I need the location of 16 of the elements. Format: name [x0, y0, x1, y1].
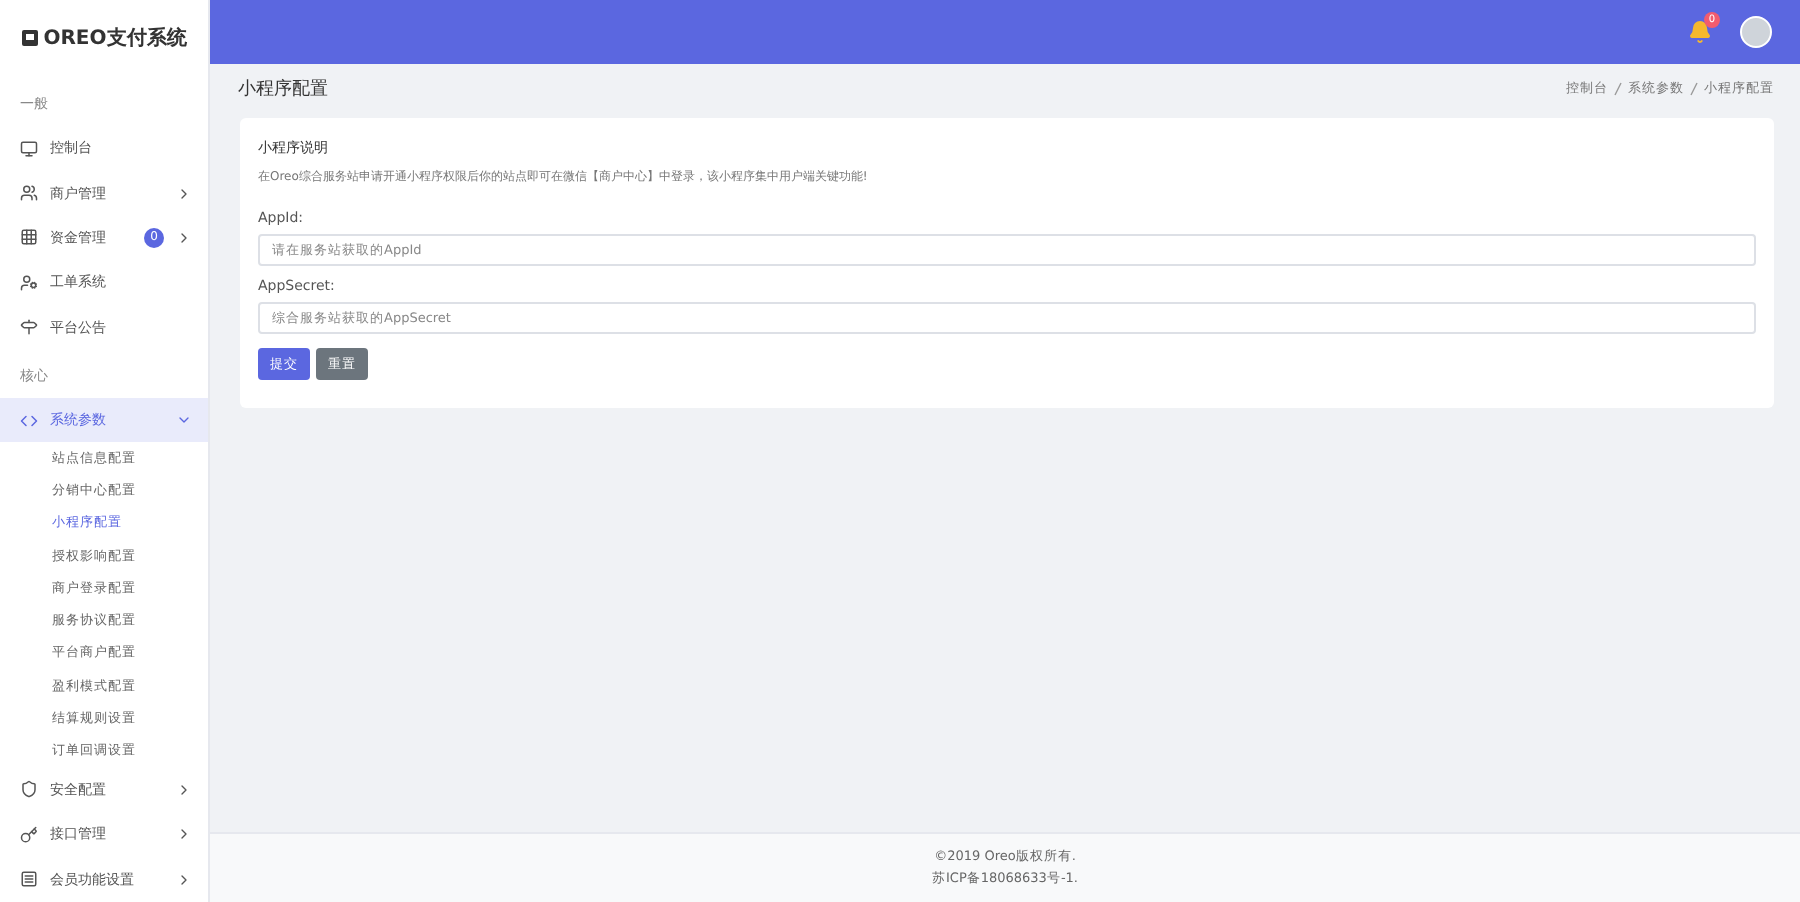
bell-icon[interactable]	[1688, 20, 1712, 44]
logo-icon	[21, 30, 38, 47]
list-icon	[20, 870, 38, 889]
monitor-icon	[20, 139, 38, 158]
slash-separator-icon	[1690, 82, 1698, 96]
brand-logo: OREO支付系统	[0, 0, 208, 78]
code-icon	[20, 411, 38, 430]
signpost-icon	[20, 318, 38, 337]
user-icon	[20, 273, 38, 292]
shield-icon	[20, 780, 38, 799]
grid-icon	[20, 228, 38, 247]
users-icon	[20, 184, 38, 203]
key-icon	[20, 825, 38, 844]
avatar[interactable]	[1740, 16, 1772, 48]
slash-separator-icon	[1614, 82, 1622, 96]
page-title: 小程序配置	[238, 77, 328, 102]
